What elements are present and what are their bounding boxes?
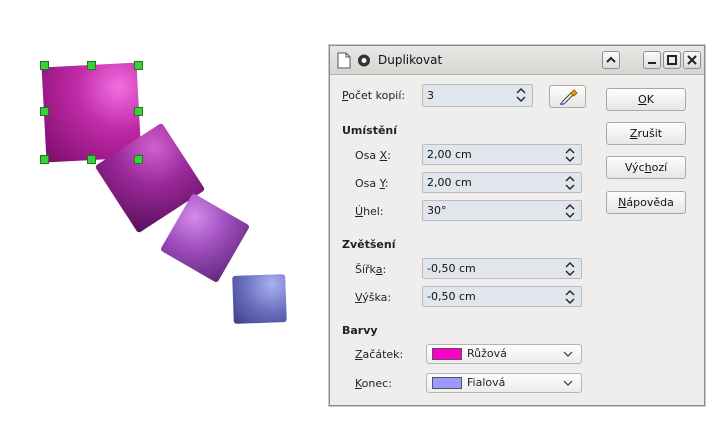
default-button[interactable]: Výchozí (606, 156, 686, 179)
chevron-up-icon (606, 56, 616, 63)
start-color-swatch (432, 348, 462, 360)
selection-handle[interactable] (40, 61, 49, 70)
selection-handle[interactable] (134, 155, 143, 164)
selection-handle[interactable] (40, 107, 49, 116)
close-icon (687, 55, 697, 65)
selection-handle[interactable] (87, 155, 96, 164)
angle-value: 30° (427, 204, 447, 217)
spin-arrows-icon (516, 88, 526, 102)
end-color-value: Fialová (467, 376, 506, 389)
spin-arrows-icon (565, 262, 575, 276)
y-axis-label: Osa Y: (355, 177, 389, 190)
angle-label: Úhel: (355, 205, 384, 218)
window-menu-icon[interactable] (356, 52, 372, 69)
height-value: -0,50 cm (427, 290, 476, 303)
width-label: Šířka: (355, 263, 387, 276)
selection-handle[interactable] (87, 61, 96, 70)
height-spinbox[interactable]: -0,50 cm (422, 286, 582, 307)
document-icon (336, 52, 352, 69)
enlargement-heading: Zvětšení (342, 238, 396, 251)
selection-handle[interactable] (134, 107, 143, 116)
x-axis-label: Osa X: (355, 149, 391, 162)
maximize-icon (667, 55, 677, 65)
y-axis-value: 2,00 cm (427, 176, 472, 189)
spin-arrows-icon (565, 176, 575, 190)
spin-arrows-icon (565, 204, 575, 218)
x-axis-value: 2,00 cm (427, 148, 472, 161)
height-label: Výška: (355, 291, 392, 304)
chevron-down-icon (563, 351, 573, 357)
spin-arrows-icon (565, 148, 575, 162)
start-color-value: Růžová (467, 347, 507, 360)
dialog-titlebar[interactable]: Duplikovat (330, 46, 704, 75)
copies-spinbox[interactable]: 3 (422, 84, 533, 107)
y-axis-spinbox[interactable]: 2,00 cm (422, 172, 582, 193)
close-button[interactable] (683, 51, 701, 69)
start-color-select[interactable]: Růžová (426, 344, 582, 364)
colors-heading: Barvy (342, 324, 378, 337)
selection-handle[interactable] (40, 155, 49, 164)
spin-arrows-icon (565, 290, 575, 304)
shape-square-4[interactable] (232, 274, 287, 324)
minimize-button[interactable] (643, 51, 661, 69)
copies-value: 3 (427, 89, 434, 102)
selection-handle[interactable] (134, 61, 143, 70)
width-spinbox[interactable]: -0,50 cm (422, 258, 582, 279)
width-value: -0,50 cm (427, 262, 476, 275)
minimize-icon (648, 62, 656, 64)
chevron-down-icon (563, 380, 573, 386)
color-picker-button[interactable] (549, 85, 586, 108)
end-color-select[interactable]: Fialová (426, 373, 582, 393)
start-color-label: Začátek: (355, 348, 404, 361)
duplicate-dialog: Duplikovat Počet kopií: 3 Umístění Osa X… (329, 45, 705, 406)
shade-button[interactable] (602, 51, 620, 69)
eyedropper-icon (560, 89, 578, 105)
placement-heading: Umístění (342, 124, 398, 137)
angle-spinbox[interactable]: 30° (422, 200, 582, 221)
x-axis-spinbox[interactable]: 2,00 cm (422, 144, 582, 165)
drawing-canvas[interactable] (0, 0, 320, 438)
dialog-title: Duplikovat (378, 53, 443, 67)
end-color-label: Konec: (355, 377, 392, 390)
copies-label: Počet kopií: (342, 89, 406, 102)
ok-button[interactable]: OK (606, 88, 686, 111)
end-color-swatch (432, 377, 462, 389)
maximize-button[interactable] (663, 51, 681, 69)
cancel-button[interactable]: Zrušit (606, 122, 686, 145)
help-button[interactable]: Nápověda (606, 191, 686, 214)
